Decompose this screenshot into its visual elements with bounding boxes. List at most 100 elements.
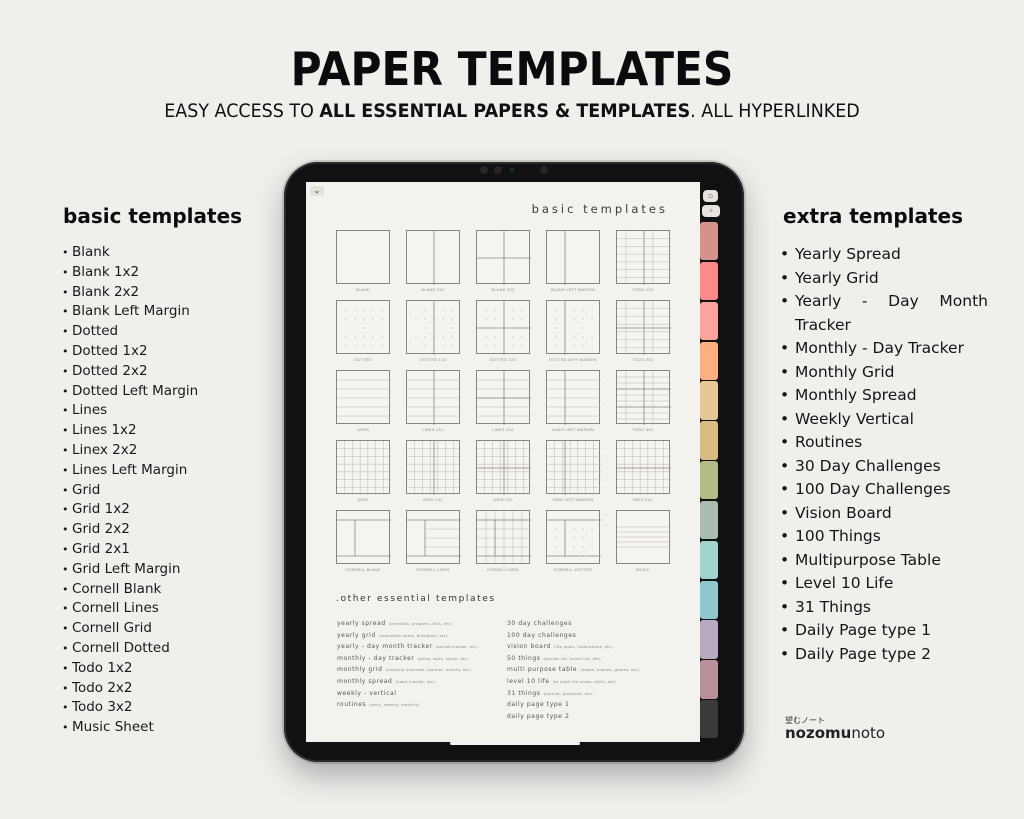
section-tab[interactable] — [700, 261, 718, 301]
other-template-link[interactable]: monthly - day tracker (sleep, work, study… — [337, 653, 478, 665]
chevron-down-icon[interactable]: ⌄ — [310, 186, 324, 196]
section-tab[interactable] — [700, 700, 718, 739]
other-template-link[interactable]: weekly - vertical — [337, 688, 478, 700]
section-tab[interactable] — [700, 660, 718, 699]
list-item[interactable]: Grid 2x1 — [62, 540, 198, 560]
list-item[interactable]: Yearly Grid — [780, 267, 988, 291]
list-item[interactable]: Grid 2x2 — [62, 520, 198, 540]
list-item[interactable]: Routines — [780, 431, 988, 455]
template-preview[interactable] — [546, 510, 601, 564]
template-preview[interactable] — [406, 230, 460, 285]
template-thumbnail-dotted[interactable]: DOTTED — [336, 300, 390, 366]
template-preview[interactable] — [406, 440, 461, 495]
list-item[interactable]: Dotted 1x2 — [62, 342, 198, 362]
section-tab[interactable] — [700, 461, 718, 500]
other-template-link[interactable]: routines (daily, weekly, monthly) — [337, 699, 478, 711]
template-thumbnail-dotted12[interactable]: DOTTED 1X2 — [406, 300, 460, 366]
template-thumbnail-gridlm[interactable]: GRID LEFT MARGIN — [546, 440, 601, 506]
template-preview[interactable] — [406, 510, 461, 564]
section-tab[interactable] — [700, 381, 718, 420]
list-item[interactable]: Blank 2x2 — [62, 283, 198, 303]
template-thumbnail-todo32[interactable]: TODO 3X2 — [616, 370, 671, 436]
template-preview[interactable] — [546, 300, 600, 355]
other-template-link[interactable]: vision board (life goals, inspirations, e… — [507, 641, 639, 653]
list-item[interactable]: Level 10 Life — [780, 572, 988, 596]
template-preview[interactable] — [406, 370, 461, 425]
list-item[interactable]: Daily Page type 1 — [780, 619, 988, 643]
template-thumbnail-lines[interactable]: LINES — [336, 370, 391, 436]
template-preview[interactable] — [476, 230, 531, 285]
template-preview[interactable] — [406, 300, 460, 355]
list-item[interactable]: 30 Day Challenges — [780, 455, 988, 479]
template-thumbnail-music[interactable]: MUSIC — [616, 510, 671, 576]
list-item[interactable]: 31 Things — [780, 596, 988, 620]
template-thumbnail-lines22[interactable]: LINES 2X2 — [476, 370, 531, 436]
list-item[interactable]: Yearly Spread — [780, 243, 988, 267]
list-item[interactable]: Monthly - Day Tracker — [780, 337, 988, 361]
section-tab[interactable] — [700, 421, 718, 460]
list-item[interactable]: Cornell Grid — [62, 619, 198, 639]
section-tab[interactable] — [700, 341, 718, 380]
list-item[interactable]: Todo 2x2 — [62, 679, 198, 699]
list-item[interactable]: Blank 1x2 — [62, 263, 198, 283]
section-tab[interactable] — [700, 500, 718, 540]
template-preview[interactable] — [336, 230, 390, 284]
other-template-link[interactable]: daily page type 1 — [507, 699, 639, 711]
template-thumbnail-cornelldotted[interactable]: CORNELL DOTTED — [546, 510, 601, 576]
square-icon[interactable]: ▫ — [702, 205, 720, 217]
list-item[interactable]: Dotted 2x2 — [62, 362, 198, 382]
list-item[interactable]: Lines Left Margin — [62, 461, 198, 481]
other-template-link[interactable]: 100 day challenges — [507, 630, 639, 642]
list-item[interactable]: Cornell Blank — [62, 580, 198, 600]
home-icon[interactable]: ⌂ — [703, 190, 718, 202]
template-thumbnail-grid22[interactable]: GRID 2X2 — [476, 440, 531, 506]
list-item[interactable]: Multipurpose Table — [780, 549, 988, 573]
template-thumbnail-cornellgrid[interactable]: CORNELL GRID — [476, 510, 531, 576]
list-item[interactable]: Vision Board — [780, 502, 988, 526]
template-preview[interactable] — [336, 440, 391, 495]
template-thumbnail-dotted22[interactable]: DOTTED 2X2 — [476, 300, 531, 366]
template-preview[interactable] — [336, 300, 390, 354]
template-preview[interactable] — [476, 440, 531, 495]
list-item[interactable]: Grid Left Margin — [62, 560, 198, 580]
template-preview[interactable] — [476, 370, 531, 425]
section-tab[interactable] — [700, 301, 718, 341]
template-thumbnail-cornelllines[interactable]: CORNELL LINES — [406, 510, 461, 576]
template-thumbnail-grid21[interactable]: GRID 2X1 — [616, 440, 671, 506]
other-template-link[interactable]: monthly grid (monthly overview, planner, … — [337, 664, 478, 676]
list-item[interactable]: 100 Day Challenges — [780, 478, 988, 502]
template-thumbnail-grid[interactable]: GRID — [336, 440, 391, 506]
template-preview[interactable] — [336, 370, 391, 424]
list-item[interactable]: Monthly Grid — [780, 361, 988, 385]
template-thumbnail-todo22[interactable]: TODO 2X2 — [616, 300, 671, 366]
template-thumbnail-todo12[interactable]: TODO 1X2 — [616, 230, 671, 296]
list-item[interactable]: Dotted — [62, 322, 198, 342]
list-item[interactable]: Dotted Left Margin — [62, 382, 198, 402]
template-thumbnail-cornellblank[interactable]: CORNELL BLANK — [336, 510, 391, 576]
list-item[interactable]: Lines — [62, 401, 198, 421]
template-preview[interactable] — [546, 370, 601, 425]
template-preview[interactable] — [476, 510, 531, 565]
list-item[interactable]: Weekly Vertical — [780, 408, 988, 432]
template-preview[interactable] — [546, 230, 600, 285]
section-tab[interactable] — [700, 540, 718, 580]
other-template-link[interactable]: yearly grid (important dates, birthdays, … — [337, 630, 478, 642]
other-template-link[interactable]: daily page type 2 — [507, 711, 639, 723]
list-item[interactable]: Linex 2x2 — [62, 441, 198, 461]
list-item[interactable]: 100 Things — [780, 525, 988, 549]
list-item[interactable]: Blank — [62, 243, 198, 263]
list-item[interactable]: Monthly Spread — [780, 384, 988, 408]
template-thumbnail-grid12[interactable]: GRID 1X2 — [406, 440, 461, 506]
other-template-link[interactable]: 31 things (journal, gratitude, etc) — [507, 688, 639, 700]
list-item[interactable]: Todo 1x2 — [62, 659, 198, 679]
template-thumbnail-dottedlm[interactable]: DOTTED LEFT MARGIN — [546, 300, 600, 366]
section-tab[interactable] — [700, 580, 718, 619]
list-item[interactable]: Yearly - Day Month Tracker — [780, 290, 988, 337]
section-tab[interactable] — [700, 620, 718, 659]
template-thumbnail-blank12[interactable]: BLANK 1X2 — [406, 230, 460, 296]
template-preview[interactable] — [336, 510, 391, 564]
section-tab[interactable] — [700, 222, 718, 261]
template-preview[interactable] — [476, 300, 531, 355]
template-preview[interactable] — [616, 370, 671, 425]
other-template-link[interactable]: 50 things (bucket list, travel list, etc) — [507, 653, 639, 665]
